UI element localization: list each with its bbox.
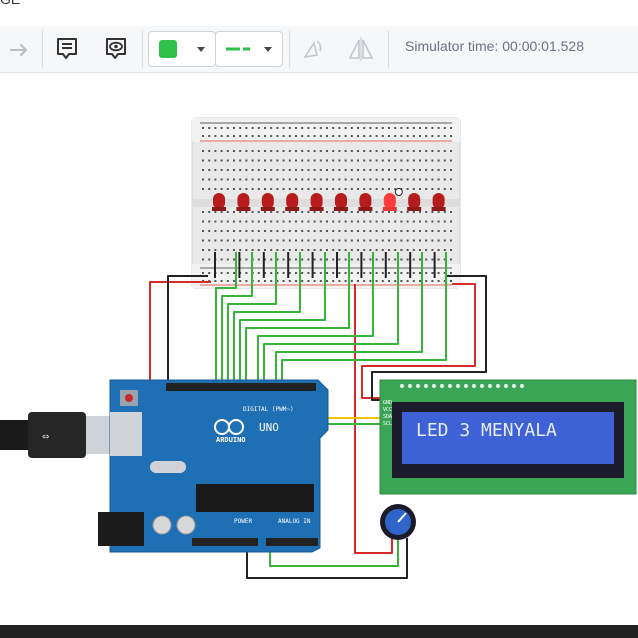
notes-icon[interactable] bbox=[53, 31, 81, 67]
taskbar bbox=[0, 625, 638, 638]
led-4[interactable] bbox=[285, 193, 300, 211]
redo-arrow-icon[interactable] bbox=[6, 31, 34, 67]
led-5[interactable] bbox=[309, 193, 324, 211]
flip-icon[interactable] bbox=[345, 31, 377, 67]
chevron-down-icon bbox=[264, 46, 272, 52]
led-7[interactable] bbox=[358, 193, 373, 211]
lcd-pin-sda: SDA bbox=[383, 414, 392, 420]
simulation-canvas[interactable]: ⇔ DIGITAL (PWM~) ARDUINO UNO POWER ANALO… bbox=[0, 73, 638, 625]
wire-style-icon bbox=[226, 47, 250, 51]
usb-cable: ⇔ bbox=[0, 412, 112, 458]
led-9[interactable] bbox=[407, 193, 422, 211]
chevron-down-icon bbox=[197, 46, 205, 52]
analog-label: ANALOG IN bbox=[278, 518, 311, 525]
wire-style-dropdown[interactable] bbox=[215, 31, 283, 67]
toolbar: Simulator time: 00:00:01.528 bbox=[0, 26, 638, 73]
potentiometer[interactable] bbox=[380, 504, 416, 540]
lcd-pin-vcc: VCC bbox=[383, 407, 392, 413]
power-label: POWER bbox=[234, 518, 252, 525]
color-picker-dropdown[interactable] bbox=[148, 31, 216, 67]
arduino-logo: ARDUINO bbox=[216, 436, 246, 444]
led-6[interactable] bbox=[334, 193, 348, 211]
lcd-pin-scl: SCL bbox=[383, 421, 392, 427]
window-title-strip: GE bbox=[0, 0, 638, 27]
circuit-drawing[interactable]: ⇔ DIGITAL (PWM~) ARDUINO UNO POWER ANALO… bbox=[0, 73, 638, 625]
color-swatch bbox=[159, 40, 177, 58]
eye-icon[interactable] bbox=[102, 31, 130, 67]
lcd-text: LED 3 MENYALA bbox=[416, 420, 557, 441]
window-title-fragment: GE bbox=[0, 0, 20, 7]
lcd-module[interactable]: LED 3 MENYALA GND VCC SDA SCL bbox=[379, 379, 637, 495]
arduino-uno-board[interactable]: DIGITAL (PWM~) ARDUINO UNO POWER ANALOG … bbox=[98, 379, 329, 553]
led-10[interactable] bbox=[431, 193, 446, 211]
svg-text:⇔: ⇔ bbox=[42, 429, 49, 443]
arduino-model: UNO bbox=[259, 421, 279, 434]
lcd-pin-gnd: GND bbox=[383, 400, 392, 406]
simulator-time: Simulator time: 00:00:01.528 bbox=[405, 38, 584, 54]
led-3[interactable] bbox=[260, 193, 275, 211]
digital-label: DIGITAL (PWM~) bbox=[243, 406, 294, 413]
led-2[interactable] bbox=[236, 193, 251, 211]
rotate-icon[interactable] bbox=[298, 31, 326, 67]
led-1[interactable] bbox=[212, 193, 226, 211]
